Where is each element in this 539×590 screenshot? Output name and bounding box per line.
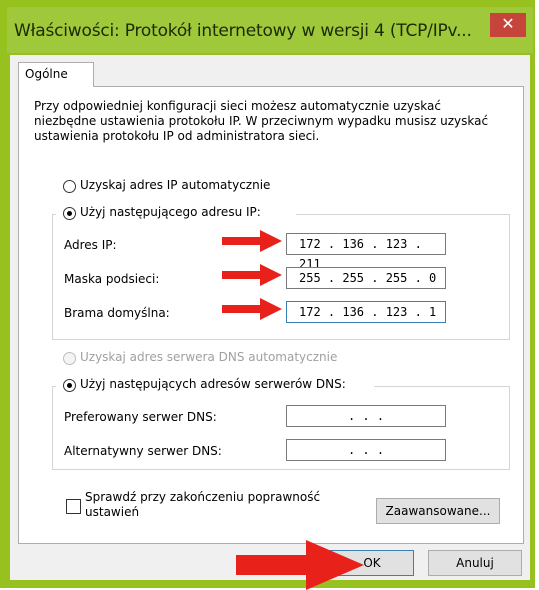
close-button[interactable]: ✕: [490, 13, 526, 37]
alternate-dns-field[interactable]: . . .: [286, 439, 446, 461]
advanced-button[interactable]: Zaawansowane...: [376, 498, 500, 524]
label-preferred-dns: Preferowany serwer DNS:: [64, 410, 217, 424]
red-arrow-icon: [236, 540, 364, 590]
window-title: Właściwości: Protokół internetowy w wers…: [14, 21, 472, 41]
cancel-button[interactable]: Anuluj: [428, 550, 522, 576]
radio-manual-dns-label: Użyj następujących adresów serwerów DNS:: [80, 377, 346, 391]
close-icon: ✕: [501, 14, 515, 33]
radio-auto-dns-label: Uzyskaj adres serwera DNS automatycznie: [80, 350, 338, 364]
radio-manual-ip-label: Użyj następującego adresu IP:: [80, 205, 261, 219]
validate-checkbox-label: Sprawdź przy zakończeniu poprawność usta…: [85, 490, 320, 520]
subnet-mask-field[interactable]: 255 . 255 . 255 . 0: [286, 267, 446, 289]
tab-general[interactable]: Ogólne: [18, 62, 94, 87]
radio-manual-dns[interactable]: [63, 379, 76, 392]
radio-auto-ip[interactable]: [63, 180, 76, 193]
radio-auto-dns[interactable]: [63, 352, 76, 365]
red-arrow-icon: [222, 230, 282, 252]
label-ip-address: Adres IP:: [64, 238, 117, 252]
validate-checkbox[interactable]: [66, 499, 81, 514]
validate-label-line1: Sprawdź przy zakończeniu poprawność: [85, 490, 321, 504]
red-arrow-icon: [222, 264, 282, 286]
description-text: Przy odpowiedniej konfiguracji sieci moż…: [34, 99, 489, 143]
red-arrow-icon: [222, 298, 282, 320]
validate-label-line2: ustawień: [85, 505, 140, 519]
radio-auto-ip-label: Uzyskaj adres IP automatycznie: [80, 178, 271, 192]
preferred-dns-field[interactable]: . . .: [286, 405, 446, 427]
default-gateway-field[interactable]: 172 . 136 . 123 . 1: [286, 301, 446, 323]
label-alternate-dns: Alternatywny serwer DNS:: [64, 444, 222, 458]
radio-manual-ip[interactable]: [63, 207, 76, 220]
label-subnet-mask: Maska podsieci:: [64, 272, 160, 286]
ip-address-field[interactable]: 172 . 136 . 123 . 211: [286, 233, 446, 271]
label-default-gateway: Brama domyślna:: [64, 306, 170, 320]
